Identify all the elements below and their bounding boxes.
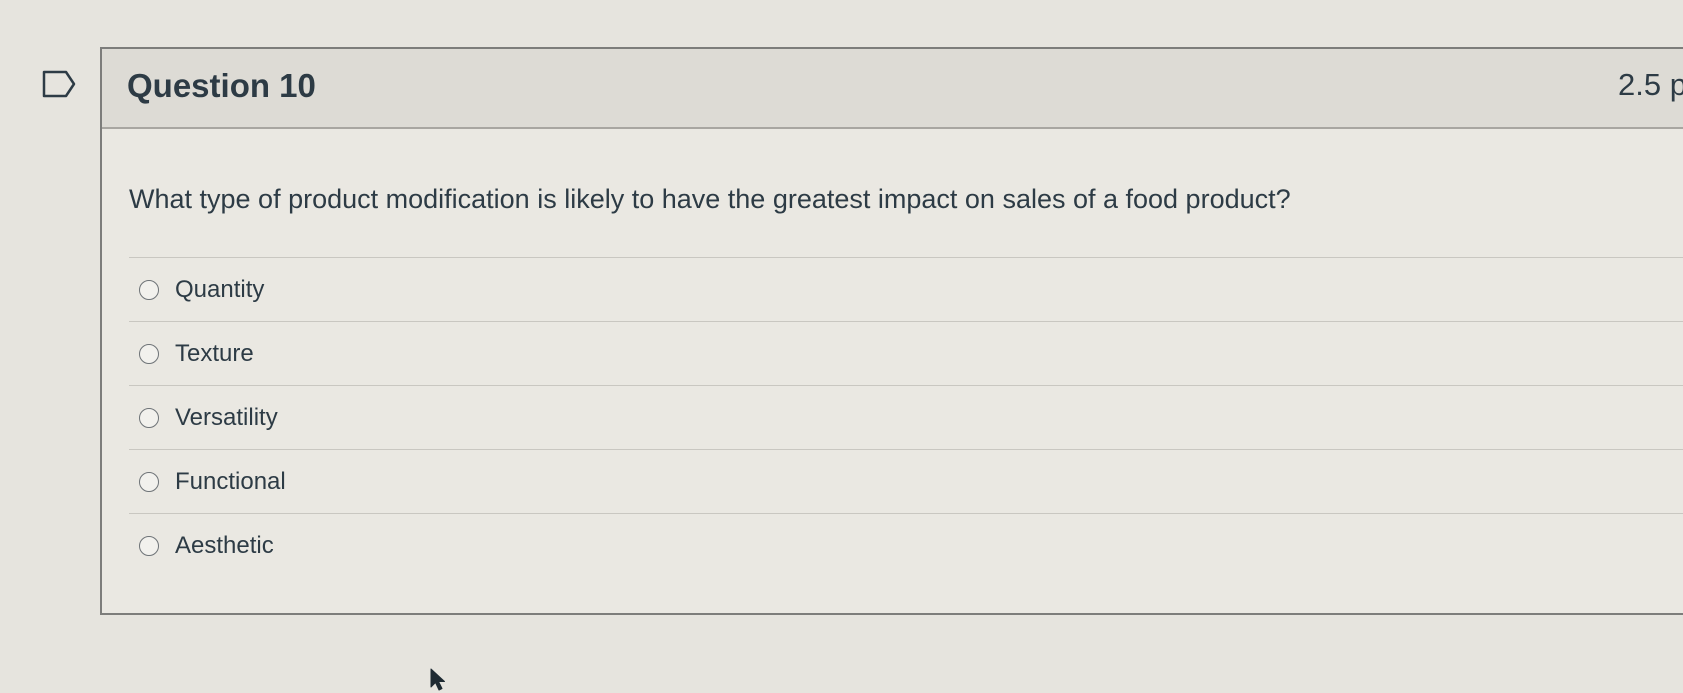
answer-option-versatility[interactable]: Versatility [129, 386, 1683, 450]
answer-option-aesthetic[interactable]: Aesthetic [129, 514, 1683, 578]
radio-button[interactable] [139, 407, 159, 428]
answer-label: Texture [175, 339, 254, 367]
radio-button[interactable] [139, 279, 159, 300]
flag-question-icon[interactable] [42, 70, 76, 98]
answer-option-texture[interactable]: Texture [129, 322, 1683, 386]
answer-label: Aesthetic [175, 532, 274, 559]
mouse-pointer-icon [430, 668, 445, 691]
radio-button[interactable] [139, 536, 159, 556]
question-points: 2.5 p [1618, 67, 1683, 102]
radio-button[interactable] [139, 471, 159, 492]
question-text: What type of product modification is lik… [129, 184, 1291, 214]
answer-label: Functional [175, 467, 286, 495]
question-title: Question 10 [127, 67, 316, 104]
question-header: Question 10 2.5 p [102, 49, 1683, 129]
answer-option-quantity[interactable]: Quantity [129, 258, 1683, 322]
radio-button[interactable] [139, 343, 159, 364]
question-card: Question 10 2.5 p What type of product m… [100, 47, 1683, 615]
answer-label: Quantity [175, 275, 265, 303]
answer-option-functional[interactable]: Functional [129, 450, 1683, 514]
answer-label: Versatility [175, 403, 278, 431]
answer-list: Quantity Texture Versatility Functional … [129, 257, 1683, 578]
